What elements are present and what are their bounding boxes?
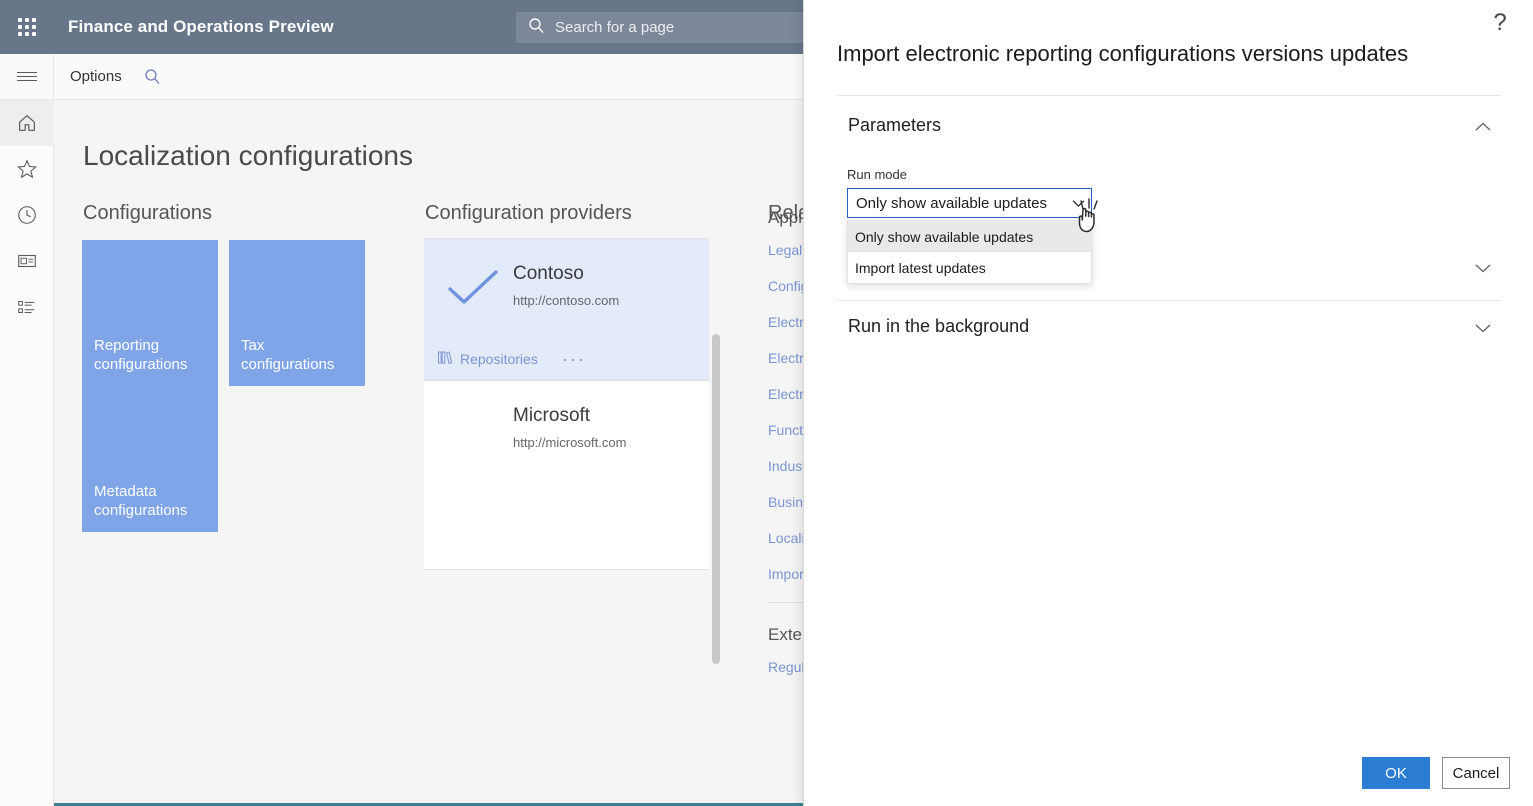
provider-card-contoso[interactable]: Contoso http://contoso.com Repositories …	[424, 238, 709, 380]
rail-item-home[interactable]	[0, 100, 54, 146]
search-icon	[528, 17, 545, 39]
related-link[interactable]: Localization solutions	[768, 530, 803, 546]
related-link[interactable]: Configurations	[768, 278, 803, 294]
provider-name: Contoso	[513, 263, 584, 284]
page-title: Localization configurations	[83, 140, 413, 171]
global-search-placeholder: Search for a page	[555, 19, 675, 36]
cancel-button[interactable]: Cancel	[1442, 757, 1510, 789]
dialog-divider	[837, 95, 1501, 96]
section-header-run-in-background[interactable]: Run in the background	[848, 316, 1029, 337]
help-question-icon[interactable]: ?	[1483, 6, 1517, 40]
provider-overflow-menu[interactable]: ···	[562, 350, 586, 368]
provider-card-microsoft[interactable]: Microsoft http://microsoft.com	[424, 380, 709, 570]
provider-name: Microsoft	[513, 405, 591, 426]
repositories-link[interactable]: Repositories	[438, 351, 538, 367]
ok-button[interactable]: OK	[1362, 757, 1430, 789]
related-link[interactable]: Legal entities	[768, 242, 803, 258]
dropdown-option-import-latest-updates[interactable]: Import latest updates	[848, 252, 1091, 283]
related-link[interactable]: Regulatory updates	[768, 659, 803, 675]
options-button[interactable]: Options	[70, 68, 122, 85]
related-extensions-heading: Extensions	[768, 625, 803, 644]
related-link[interactable]: Electronic reporting destinations	[768, 350, 803, 366]
tile-reporting-configurations[interactable]: Reporting configurations	[82, 240, 218, 386]
app-launcher-icon[interactable]	[0, 0, 54, 54]
related-links-panel: Applications Legal entities Configuratio…	[768, 202, 803, 695]
clock-icon	[18, 206, 36, 224]
related-link[interactable]: Function types	[768, 422, 803, 438]
page-search-icon[interactable]	[144, 68, 161, 85]
related-link[interactable]: Electronic reporting	[768, 314, 803, 330]
related-link[interactable]: Industry types	[768, 458, 803, 474]
chevron-up-icon[interactable]	[1472, 116, 1494, 138]
chevron-down-icon[interactable]	[1472, 317, 1494, 339]
tile-label: Tax configurations	[241, 337, 335, 373]
related-divider	[768, 602, 803, 603]
run-mode-label: Run mode	[847, 167, 907, 182]
provider-body: Microsoft http://microsoft.com	[424, 381, 709, 481]
hamburger-menu-icon[interactable]	[0, 53, 54, 100]
repositories-label: Repositories	[460, 351, 538, 367]
related-link[interactable]: Electronic reporting parameters	[768, 386, 803, 402]
run-mode-value: Only show available updates	[856, 194, 1047, 212]
dialog-divider	[837, 300, 1501, 301]
related-link[interactable]: Business domains	[768, 494, 803, 510]
dialog-title: Import electronic reporting configuratio…	[837, 41, 1409, 66]
run-mode-dropdown-list: Only show available updates Import lates…	[847, 220, 1092, 284]
rail-item-modules[interactable]	[0, 284, 54, 330]
tile-label: Metadata configurations	[94, 483, 188, 519]
tile-tax-configurations[interactable]: Tax configurations	[229, 240, 365, 386]
provider-body: Contoso http://contoso.com	[424, 239, 709, 339]
tile-metadata-configurations[interactable]: Metadata configurations	[82, 386, 218, 532]
chevron-down-icon[interactable]	[1065, 199, 1091, 208]
section-header-parameters[interactable]: Parameters	[848, 115, 941, 136]
dropdown-option-only-show-available-updates[interactable]: Only show available updates	[848, 221, 1091, 252]
provider-url: http://microsoft.com	[513, 435, 627, 450]
provider-spacer	[424, 481, 709, 569]
chevron-down-icon[interactable]	[1472, 257, 1494, 279]
dialog-footer: OK Cancel	[804, 740, 1533, 806]
page-content: Localization configurations Configuratio…	[54, 100, 803, 806]
provider-actions: Repositories ···	[424, 339, 709, 379]
rail-item-favorites[interactable]	[0, 146, 54, 192]
command-bar: Options	[0, 53, 803, 100]
list-icon	[18, 300, 35, 314]
import-updates-dialog: ? Import electronic reporting configurat…	[803, 0, 1533, 806]
provider-url: http://contoso.com	[513, 293, 620, 308]
configurations-column-heading: Configurations	[83, 202, 212, 224]
run-mode-combobox[interactable]: Only show available updates	[847, 188, 1092, 218]
related-applications-heading: Applications	[768, 208, 803, 227]
left-navigation-rail	[0, 100, 54, 806]
rail-item-recent[interactable]	[0, 192, 54, 238]
configuration-providers-list: Contoso http://contoso.com Repositories …	[424, 238, 709, 806]
related-link[interactable]: Import configurations	[768, 566, 803, 582]
tile-label: Reporting configurations	[94, 337, 188, 373]
repositories-icon	[438, 351, 453, 367]
home-icon	[19, 114, 35, 131]
providers-scrollbar[interactable]	[712, 334, 720, 664]
workspace-window-icon	[18, 254, 36, 268]
providers-column-heading: Configuration providers	[425, 202, 632, 224]
star-icon	[16, 159, 38, 179]
checkmark-icon	[446, 269, 502, 314]
app-title: Finance and Operations Preview	[68, 17, 334, 36]
app-root: Finance and Operations Preview Search fo…	[0, 0, 1533, 806]
rail-item-workspaces[interactable]	[0, 238, 54, 284]
